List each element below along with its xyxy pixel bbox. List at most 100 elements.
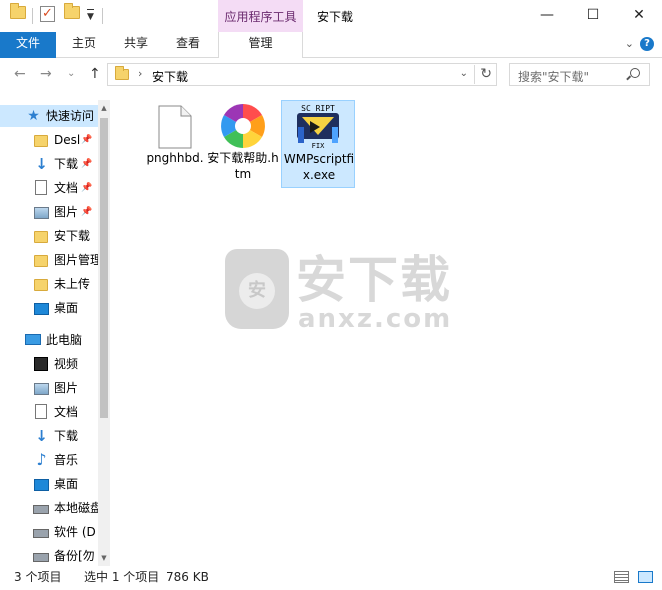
ribbon-tabs: 文件 主页 共享 查看 管理 ⌄ ? [0, 32, 662, 58]
sidebar-item-documents-pinned[interactable]: 文档 📌 [0, 177, 98, 199]
toolbar-divider [32, 8, 33, 24]
address-history-dropdown[interactable]: ⌄ [460, 68, 468, 79]
tab-manage[interactable]: 管理 [218, 32, 303, 58]
properties-icon[interactable]: ✓ [40, 6, 55, 22]
expand-ribbon-icon[interactable]: ⌄ [625, 37, 634, 50]
large-icons-view-icon[interactable] [638, 571, 653, 583]
sidebar-scrollbar[interactable]: ▲ ▼ [98, 100, 110, 566]
sidebar-item-desktop[interactable]: 桌面 [0, 297, 98, 319]
document-icon [35, 404, 47, 419]
address-bar[interactable]: › 安下载 ⌄ ↻ [107, 63, 497, 86]
desktop-icon [34, 303, 49, 315]
sidebar-item-software-drive[interactable]: 软件 (D [0, 521, 98, 543]
folder-icon [10, 3, 26, 19]
breadcrumb-separator[interactable]: › [138, 67, 142, 80]
pin-icon: 📌 [81, 207, 93, 217]
details-view-icon[interactable] [614, 571, 629, 583]
context-tab-group-title: 应用程序工具 [224, 10, 297, 24]
script-fix-app-icon: SC RIPT FIX [297, 104, 339, 149]
download-icon: ↓ [35, 427, 48, 445]
file-name: WMPscriptfix.exe [283, 152, 355, 182]
pin-icon: 📌 [81, 159, 93, 169]
video-icon [34, 357, 48, 371]
sidebar-item-quick-access[interactable]: ★ 快速访问 [0, 105, 98, 127]
watermark-url: anxz.com [298, 304, 453, 334]
sidebar-item-backup-drive[interactable]: 备份[勿 [0, 545, 98, 566]
picture-icon [34, 207, 49, 219]
pin-icon: 📌 [81, 183, 93, 193]
sidebar-item-this-pc[interactable]: 此电脑 [0, 329, 98, 351]
status-bar: 3 个项目 选中 1 个项目 786 KB [0, 566, 662, 590]
download-icon: ↓ [35, 155, 48, 173]
pin-icon: 📌 [81, 135, 93, 145]
sidebar-item-music[interactable]: ♪ 音乐 [0, 449, 98, 471]
blank-file-icon [158, 105, 192, 149]
folder-icon [34, 279, 48, 291]
folder-icon [34, 255, 48, 267]
search-icon[interactable] [630, 68, 640, 78]
item-count: 3 个项目 [14, 570, 62, 584]
svg-text:SC RIPT: SC RIPT [301, 104, 335, 113]
forward-button[interactable]: → [40, 67, 52, 81]
file-item[interactable]: 安下载帮助.htm [206, 100, 280, 188]
toolbar-divider [102, 8, 103, 24]
file-name: pnghhbd. [146, 151, 204, 165]
scroll-down-button[interactable]: ▼ [98, 550, 110, 566]
selection-count: 选中 1 个项目 [84, 570, 160, 584]
new-folder-icon[interactable] [64, 3, 80, 19]
disk-icon [33, 505, 49, 514]
scroll-up-button[interactable]: ▲ [98, 100, 110, 116]
sidebar-item-pictures-pinned[interactable]: 图片 📌 [0, 201, 98, 223]
selection-size: 786 KB [166, 570, 209, 584]
music-icon: ♪ [36, 450, 47, 469]
browser-pinwheel-icon [221, 104, 265, 148]
watermark-shield-icon: 安 [225, 249, 289, 329]
disk-icon [33, 553, 49, 562]
folder-icon [115, 66, 129, 80]
sidebar-item-picture-manager[interactable]: 图片管理 [0, 249, 98, 271]
file-view[interactable]: 安 安下载 anxz.com pnghhbd. 安下载帮助.htm SC RIP… [110, 92, 662, 566]
sidebar-item-downloads-pinned[interactable]: ↓ 下载 📌 [0, 153, 98, 175]
document-icon [35, 180, 47, 195]
maximize-button[interactable]: ☐ [570, 0, 616, 32]
help-icon[interactable]: ? [640, 37, 654, 51]
sidebar-item-not-uploaded[interactable]: 未上传 [0, 273, 98, 295]
title-bar: ✓ ▼ 应用程序工具 安下载 — ☐ ✕ [0, 0, 662, 58]
close-button[interactable]: ✕ [616, 0, 662, 32]
picture-icon [34, 383, 49, 395]
up-button[interactable]: ↑ [89, 67, 101, 81]
watermark-text: 安下载 [296, 251, 452, 309]
desktop-icon [34, 479, 49, 491]
tab-home[interactable]: 主页 [62, 32, 106, 57]
window-title: 安下载 [317, 10, 354, 24]
breadcrumb-current[interactable]: 安下载 [152, 68, 188, 85]
file-name: 安下载帮助.htm [207, 151, 279, 181]
search-placeholder: 搜索"安下载" [518, 70, 590, 84]
back-button[interactable]: ← [14, 67, 26, 81]
file-item-selected[interactable]: SC RIPT FIX WMPscriptfix.exe [281, 100, 355, 188]
computer-icon [25, 334, 41, 345]
sidebar-item-desktop-pinned[interactable]: Desl 📌 [0, 129, 98, 151]
tab-share[interactable]: 共享 [114, 32, 158, 57]
star-icon: ★ [27, 108, 40, 124]
search-input[interactable]: 搜索"安下载" [509, 63, 650, 86]
tab-file[interactable]: 文件 [0, 32, 56, 58]
sidebar-item-downloads[interactable]: ↓ 下载 [0, 425, 98, 447]
sidebar-item-anxz[interactable]: 安下载 [0, 225, 98, 247]
sidebar-item-local-disk[interactable]: 本地磁盘 [0, 497, 98, 519]
svg-text:FIX: FIX [312, 142, 325, 149]
sidebar-item-documents[interactable]: 文档 [0, 401, 98, 423]
tab-view[interactable]: 查看 [166, 32, 210, 57]
file-item[interactable]: pnghhbd. [138, 100, 212, 188]
folder-icon [34, 231, 48, 243]
sidebar-item-desktop-pc[interactable]: 桌面 [0, 473, 98, 495]
disk-icon [33, 529, 49, 538]
sidebar-item-pictures[interactable]: 图片 [0, 377, 98, 399]
recent-locations-button[interactable]: ⌄ [67, 67, 75, 81]
refresh-icon[interactable]: ↻ [474, 65, 492, 84]
sidebar-item-videos[interactable]: 视频 [0, 353, 98, 375]
minimize-button[interactable]: — [524, 0, 570, 32]
scroll-thumb[interactable] [100, 118, 108, 418]
quick-access-dropdown-icon[interactable]: ▼ [87, 9, 94, 22]
navigation-pane: ★ 快速访问 Desl 📌 ↓ 下载 📌 文档 📌 图片 📌 安下载 图片管理 … [0, 100, 110, 566]
